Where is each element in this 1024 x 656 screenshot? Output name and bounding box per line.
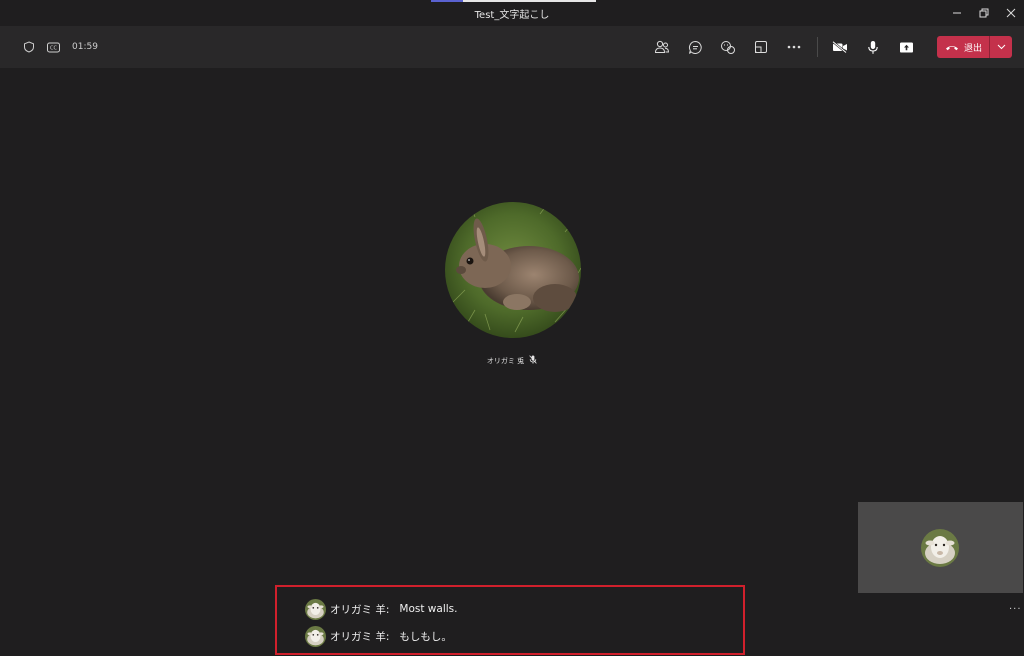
rabbit-avatar-image [445, 202, 581, 338]
title-accent-bar [431, 0, 596, 2]
teams-meeting-window: Test_文字起こし CC 01:59 退出 オリガミ 兎 ... オリガミ 羊… [0, 0, 1024, 656]
breakout-rooms-icon [755, 41, 768, 53]
more-horizontal-icon [788, 45, 801, 49]
leave-button[interactable]: 退出 [936, 36, 989, 58]
participant-name-label: オリガミ 兎 [0, 355, 1024, 366]
participants-button[interactable] [646, 26, 679, 68]
call-timer: 01:59 [72, 42, 98, 52]
svg-text:CC: CC [50, 45, 57, 51]
caption-text: Most walls. [399, 603, 458, 615]
microphone-icon [868, 40, 879, 54]
minimize-button[interactable] [943, 0, 970, 26]
meeting-toolbar: CC 01:59 退出 [0, 26, 1024, 68]
caption-line: オリガミ 羊: もしもし。 [305, 625, 452, 647]
share-screen-icon [899, 42, 913, 52]
mic-muted-icon [529, 355, 537, 366]
close-button[interactable] [997, 0, 1024, 26]
caption-text: もしもし。 [399, 630, 452, 643]
chat-icon [688, 40, 702, 54]
restore-button[interactable] [970, 0, 997, 26]
closed-captions-icon[interactable]: CC [46, 40, 60, 54]
sheep-avatar-image [921, 529, 959, 567]
caption-line: オリガミ 羊: Most walls. [305, 598, 457, 620]
share-screen-button[interactable] [890, 26, 923, 68]
call-controls: 退出 [646, 26, 1012, 68]
sheep-avatar-image [305, 625, 326, 647]
mic-toggle-button[interactable] [857, 26, 890, 68]
chevron-down-icon [997, 44, 1005, 50]
self-avatar [921, 529, 959, 567]
title-bar: Test_文字起こし [0, 0, 1024, 26]
window-controls [943, 0, 1024, 26]
meeting-info: CC 01:59 [22, 26, 98, 68]
raise-hand-icon [721, 40, 736, 54]
hang-up-icon [945, 45, 958, 50]
minimize-icon [952, 12, 961, 14]
camera-toggle-button[interactable] [824, 26, 857, 68]
self-view-more-button[interactable]: ... [1009, 601, 1022, 612]
speaker-avatar [305, 625, 326, 647]
more-actions-button[interactable] [778, 26, 811, 68]
caption-speaker: オリガミ 羊: [330, 630, 390, 643]
breakout-rooms-button[interactable] [745, 26, 778, 68]
participant-avatar [445, 202, 581, 338]
window-title: Test_文字起こし [474, 10, 550, 21]
close-icon [1006, 8, 1015, 18]
caption-speaker: オリガミ 羊: [330, 603, 390, 616]
live-captions-panel: オリガミ 羊: Most walls. オリガミ 羊: もしもし。 [275, 585, 745, 655]
restore-icon [979, 8, 988, 18]
participant-name: オリガミ 兎 [486, 356, 525, 365]
chat-button[interactable] [679, 26, 712, 68]
shield-icon[interactable] [22, 40, 36, 54]
speaker-avatar [305, 598, 326, 620]
leave-control: 退出 [936, 36, 1012, 58]
self-video-preview[interactable] [858, 502, 1023, 593]
video-off-icon [832, 41, 848, 53]
people-icon [655, 40, 670, 53]
toolbar-divider [816, 37, 818, 57]
sheep-avatar-image [305, 598, 326, 620]
leave-options-button[interactable] [989, 36, 1012, 58]
leave-label: 退出 [963, 43, 982, 54]
reactions-button[interactable] [712, 26, 745, 68]
